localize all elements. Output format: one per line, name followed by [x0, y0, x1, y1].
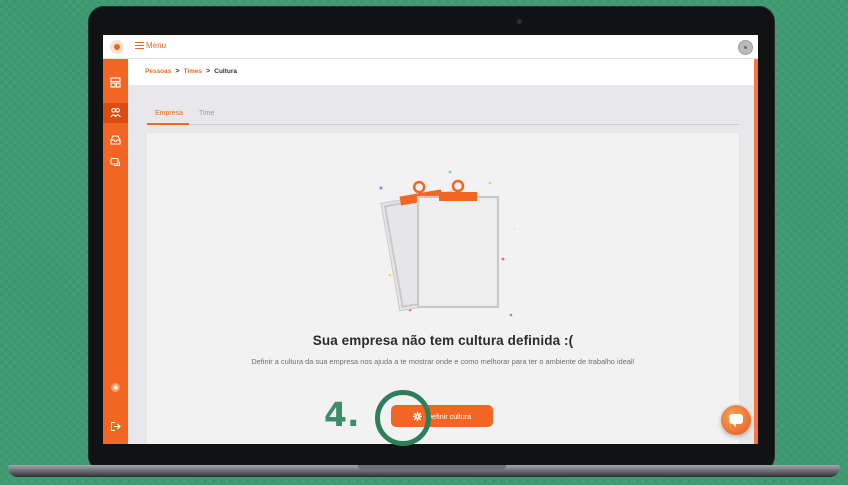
breadcrumb-item-times[interactable]: Times — [183, 68, 202, 75]
tab-empresa[interactable]: Empresa — [149, 110, 189, 117]
define-culture-label: Definir cultura — [426, 411, 472, 421]
menu-button[interactable]: Menu — [135, 41, 166, 50]
tutorial-step-label: 4. — [324, 395, 360, 434]
brand-logo[interactable] — [110, 40, 124, 54]
tab-active-underline — [147, 123, 189, 125]
scrollbar[interactable] — [754, 59, 758, 444]
empty-state-description: Definir a cultura da sua empresa nos aju… — [251, 357, 635, 366]
breadcrumb-item-pessoas[interactable]: Pessoas — [145, 68, 171, 75]
laptop-base-notch — [358, 465, 506, 470]
feedback-icon[interactable] — [110, 157, 121, 168]
inbox-icon[interactable] — [110, 134, 121, 145]
logo-icon — [111, 383, 120, 392]
user-avatar[interactable] — [738, 40, 753, 55]
tabs: Empresa Time — [147, 108, 739, 125]
breadcrumb-separator: > — [206, 68, 211, 75]
empty-state-card: Sua empresa não tem cultura definida :( … — [147, 133, 739, 444]
breadcrumb-item-cultura: Cultura — [214, 68, 237, 75]
breadcrumb-separator: > — [175, 68, 180, 75]
top-bar: Menu — [103, 35, 758, 59]
clipboard-illustration — [379, 170, 515, 317]
hamburger-icon — [135, 41, 144, 50]
app-screen: Menu Pessoas > Times > Cultura Empresa T… — [103, 35, 758, 444]
front-clipboard — [416, 179, 500, 309]
empty-state-title: Sua empresa não tem cultura definida :( — [312, 333, 574, 348]
tab-time[interactable]: Time — [193, 110, 220, 117]
logout-icon[interactable] — [110, 421, 121, 432]
tutorial-highlight-circle — [375, 390, 431, 446]
sidebar — [103, 59, 128, 444]
menu-label: Menu — [146, 41, 167, 50]
breadcrumb: Pessoas > Times > Cultura — [145, 68, 237, 75]
dashboard-icon[interactable] — [110, 77, 121, 88]
chat-button[interactable] — [721, 405, 751, 435]
people-icon[interactable] — [110, 107, 121, 118]
camera-icon — [517, 19, 522, 24]
